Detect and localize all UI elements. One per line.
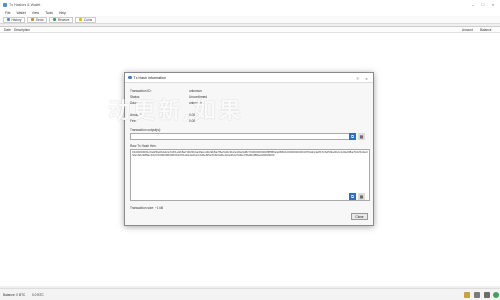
coins-button[interactable]: Coins <box>75 16 97 23</box>
toolbar: History Send Receive Coins <box>0 16 500 24</box>
history-icon <box>7 18 10 21</box>
raw-section-label: Raw Tx Hash Hex: <box>130 144 157 148</box>
qr-outputs-icon[interactable]: ▦ <box>358 133 365 140</box>
maximize-icon[interactable]: □ <box>478 2 488 7</box>
qr-hex-icon[interactable]: ▦ <box>358 193 365 200</box>
column-balance[interactable]: Balance <box>480 28 492 32</box>
menu-wallet[interactable]: Wallet <box>16 11 25 15</box>
receive-icon <box>53 18 57 21</box>
window-controls: – □ × <box>468 0 498 9</box>
send-button[interactable]: Send <box>27 16 48 23</box>
watermark-text: 动更新,如果 <box>108 98 244 124</box>
status-bar: Balance: 0 BTC 0.0 BTC <box>0 288 500 300</box>
settings-icon[interactable] <box>484 292 490 298</box>
column-description[interactable]: Description <box>14 28 30 32</box>
history-button[interactable]: History <box>3 16 26 23</box>
menu-help[interactable]: Help <box>59 11 66 15</box>
info-icon <box>128 75 132 80</box>
close-icon[interactable]: × <box>488 2 498 7</box>
app-icon <box>3 2 7 7</box>
menu-tools[interactable]: Tools <box>45 11 53 15</box>
menu-file[interactable]: File <box>5 11 10 15</box>
receive-label: Receive <box>57 17 70 22</box>
outputs-section-label: Transaction output(s): <box>130 128 161 132</box>
close-button[interactable]: Close <box>351 213 368 220</box>
tools-icon[interactable] <box>474 292 480 298</box>
menu-bar: File Wallet View Tools Help <box>0 9 500 16</box>
outputs-field[interactable] <box>130 133 355 140</box>
table-header: Date Description Amount Balance <box>0 27 500 33</box>
copy-hex-icon[interactable]: ⧉ <box>349 193 356 200</box>
menu-view[interactable]: View <box>32 11 39 15</box>
history-label: History <box>11 17 22 22</box>
footer-label: Transaction size: ~1 kB <box>130 206 164 210</box>
minimize-icon[interactable]: – <box>468 2 478 7</box>
coins-label: Coins <box>83 17 93 22</box>
help-icon[interactable]: ? <box>353 76 362 81</box>
send-icon <box>31 18 35 21</box>
raw-hex-field[interactable]: 0100000001c9a3f8e0b4d2a7c6f1e9b8a7d6c5b4… <box>130 149 370 201</box>
column-date[interactable]: Date <box>4 28 11 32</box>
coins-icon <box>79 18 83 21</box>
lock-icon[interactable] <box>464 292 470 298</box>
send-label: Send <box>35 17 44 22</box>
receive-button[interactable]: Receive <box>49 16 74 23</box>
status-secondary: 0.0 BTC <box>32 293 44 297</box>
raw-hex-text: 0100000001c9a3f8e0b4d2a7c6f1e9b8a7d6c5b4… <box>132 151 368 158</box>
copy-outputs-icon[interactable]: ⧉ <box>349 133 356 140</box>
dialog-controls: ? × <box>353 73 371 83</box>
dialog-close-icon[interactable]: × <box>362 76 371 81</box>
network-status-icon[interactable] <box>493 292 499 298</box>
column-amount[interactable]: Amount <box>462 28 473 32</box>
window-title: Tx Hashes & Wallet <box>9 2 41 7</box>
status-balance: Balance: 0 BTC <box>3 293 26 297</box>
dialog-title: Tx Hash Information <box>133 75 166 80</box>
dialog-title-bar: Tx Hash Information ? × <box>125 73 373 83</box>
